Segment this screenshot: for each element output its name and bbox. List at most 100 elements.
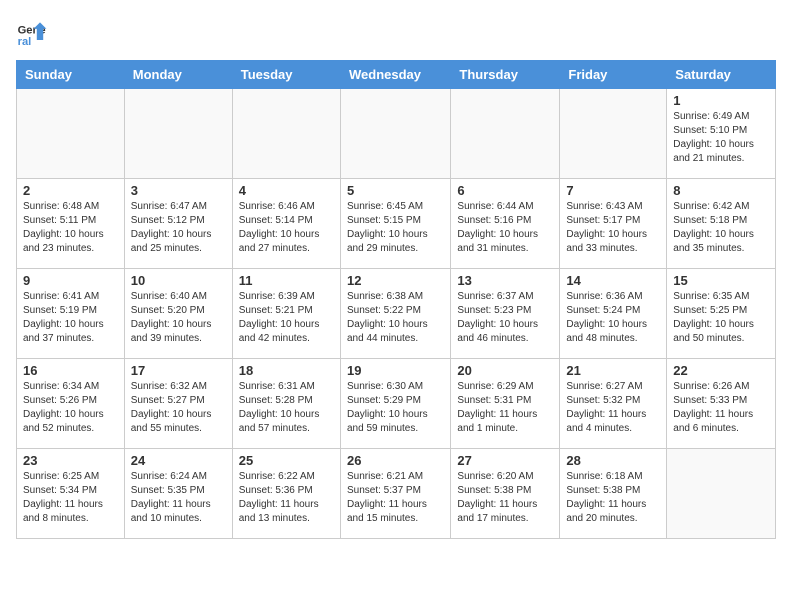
- day-info: Sunrise: 6:38 AM Sunset: 5:22 PM Dayligh…: [347, 290, 444, 346]
- day-number: 16: [23, 363, 118, 378]
- day-number: 19: [347, 363, 444, 378]
- day-number: 15: [673, 273, 769, 288]
- day-info: Sunrise: 6:25 AM Sunset: 5:34 PM Dayligh…: [23, 470, 118, 526]
- weekday-header-monday: Monday: [124, 61, 232, 89]
- calendar-cell: 15 Sunrise: 6:35 AM Sunset: 5:25 PM Dayli…: [667, 269, 776, 359]
- day-number: 21: [566, 363, 660, 378]
- logo-icon: Gene ral: [16, 16, 48, 48]
- day-info: Sunrise: 6:43 AM Sunset: 5:17 PM Dayligh…: [566, 200, 660, 256]
- day-number: 3: [131, 183, 226, 198]
- logo: Gene ral: [16, 16, 52, 48]
- calendar-cell: [451, 89, 560, 179]
- day-number: 7: [566, 183, 660, 198]
- day-number: 20: [457, 363, 553, 378]
- day-number: 24: [131, 453, 226, 468]
- weekday-header-sunday: Sunday: [17, 61, 125, 89]
- day-info: Sunrise: 6:35 AM Sunset: 5:25 PM Dayligh…: [673, 290, 769, 346]
- calendar-cell: 12 Sunrise: 6:38 AM Sunset: 5:22 PM Dayli…: [340, 269, 450, 359]
- day-number: 12: [347, 273, 444, 288]
- calendar-cell: 2 Sunrise: 6:48 AM Sunset: 5:11 PM Daylig…: [17, 179, 125, 269]
- calendar-cell: 3Sunrise: 6:47 AM Sunset: 5:12 PM Daylig…: [124, 179, 232, 269]
- day-info: Sunrise: 6:34 AM Sunset: 5:26 PM Dayligh…: [23, 380, 118, 436]
- day-info: Sunrise: 6:26 AM Sunset: 5:33 PM Dayligh…: [673, 380, 769, 436]
- day-number: 17: [131, 363, 226, 378]
- day-number: 14: [566, 273, 660, 288]
- calendar-cell: 4 Sunrise: 6:46 AM Sunset: 5:14 PM Daylig…: [232, 179, 340, 269]
- day-number: 13: [457, 273, 553, 288]
- calendar-header-row: SundayMondayTuesdayWednesdayThursdayFrid…: [17, 61, 776, 89]
- day-number: 26: [347, 453, 444, 468]
- calendar-cell: [232, 89, 340, 179]
- calendar-cell: [560, 89, 667, 179]
- day-number: 22: [673, 363, 769, 378]
- weekday-header-wednesday: Wednesday: [340, 61, 450, 89]
- day-number: 28: [566, 453, 660, 468]
- day-number: 8: [673, 183, 769, 198]
- day-info: Sunrise: 6:29 AM Sunset: 5:31 PM Dayligh…: [457, 380, 553, 436]
- day-info: Sunrise: 6:49 AM Sunset: 5:10 PM Dayligh…: [673, 110, 769, 166]
- calendar-cell: [340, 89, 450, 179]
- day-info: Sunrise: 6:46 AM Sunset: 5:14 PM Dayligh…: [239, 200, 334, 256]
- calendar-cell: 7 Sunrise: 6:43 AM Sunset: 5:17 PM Daylig…: [560, 179, 667, 269]
- calendar-cell: [124, 89, 232, 179]
- calendar-cell: 10 Sunrise: 6:40 AM Sunset: 5:20 PM Dayli…: [124, 269, 232, 359]
- weekday-header-tuesday: Tuesday: [232, 61, 340, 89]
- calendar-cell: 11Sunrise: 6:39 AM Sunset: 5:21 PM Dayli…: [232, 269, 340, 359]
- calendar-cell: 24 Sunrise: 6:24 AM Sunset: 5:35 PM Dayli…: [124, 449, 232, 539]
- day-info: Sunrise: 6:27 AM Sunset: 5:32 PM Dayligh…: [566, 380, 660, 436]
- calendar-week-row: 16 Sunrise: 6:34 AM Sunset: 5:26 PM Dayli…: [17, 359, 776, 449]
- day-info: Sunrise: 6:45 AM Sunset: 5:15 PM Dayligh…: [347, 200, 444, 256]
- calendar-cell: 18 Sunrise: 6:31 AM Sunset: 5:28 PM Dayli…: [232, 359, 340, 449]
- day-number: 27: [457, 453, 553, 468]
- day-number: 11: [239, 273, 334, 288]
- day-number: 18: [239, 363, 334, 378]
- day-info: Sunrise: 6:41 AM Sunset: 5:19 PM Dayligh…: [23, 290, 118, 346]
- calendar-table: SundayMondayTuesdayWednesdayThursdayFrid…: [16, 60, 776, 539]
- calendar-week-row: 1 Sunrise: 6:49 AM Sunset: 5:10 PM Daylig…: [17, 89, 776, 179]
- calendar-cell: 21 Sunrise: 6:27 AM Sunset: 5:32 PM Dayli…: [560, 359, 667, 449]
- day-number: 2: [23, 183, 118, 198]
- calendar-cell: 19 Sunrise: 6:30 AM Sunset: 5:29 PM Dayli…: [340, 359, 450, 449]
- calendar-cell: 8 Sunrise: 6:42 AM Sunset: 5:18 PM Daylig…: [667, 179, 776, 269]
- day-info: Sunrise: 6:42 AM Sunset: 5:18 PM Dayligh…: [673, 200, 769, 256]
- day-number: 1: [673, 93, 769, 108]
- calendar-cell: 23 Sunrise: 6:25 AM Sunset: 5:34 PM Dayli…: [17, 449, 125, 539]
- calendar-cell: [667, 449, 776, 539]
- calendar-cell: 1 Sunrise: 6:49 AM Sunset: 5:10 PM Daylig…: [667, 89, 776, 179]
- day-info: Sunrise: 6:20 AM Sunset: 5:38 PM Dayligh…: [457, 470, 553, 526]
- calendar-week-row: 2 Sunrise: 6:48 AM Sunset: 5:11 PM Daylig…: [17, 179, 776, 269]
- calendar-week-row: 9 Sunrise: 6:41 AM Sunset: 5:19 PM Daylig…: [17, 269, 776, 359]
- calendar-cell: 9 Sunrise: 6:41 AM Sunset: 5:19 PM Daylig…: [17, 269, 125, 359]
- day-number: 4: [239, 183, 334, 198]
- calendar-cell: 13Sunrise: 6:37 AM Sunset: 5:23 PM Dayli…: [451, 269, 560, 359]
- calendar-cell: 26 Sunrise: 6:21 AM Sunset: 5:37 PM Dayli…: [340, 449, 450, 539]
- day-info: Sunrise: 6:48 AM Sunset: 5:11 PM Dayligh…: [23, 200, 118, 256]
- calendar-cell: 6 Sunrise: 6:44 AM Sunset: 5:16 PM Daylig…: [451, 179, 560, 269]
- day-info: Sunrise: 6:31 AM Sunset: 5:28 PM Dayligh…: [239, 380, 334, 436]
- calendar-cell: 28 Sunrise: 6:18 AM Sunset: 5:38 PM Dayli…: [560, 449, 667, 539]
- weekday-header-thursday: Thursday: [451, 61, 560, 89]
- day-info: Sunrise: 6:18 AM Sunset: 5:38 PM Dayligh…: [566, 470, 660, 526]
- calendar-cell: 25Sunrise: 6:22 AM Sunset: 5:36 PM Dayli…: [232, 449, 340, 539]
- day-number: 10: [131, 273, 226, 288]
- calendar-week-row: 23 Sunrise: 6:25 AM Sunset: 5:34 PM Dayli…: [17, 449, 776, 539]
- svg-text:ral: ral: [18, 36, 32, 48]
- page-header: Gene ral: [16, 16, 776, 48]
- calendar-cell: 14 Sunrise: 6:36 AM Sunset: 5:24 PM Dayli…: [560, 269, 667, 359]
- day-number: 23: [23, 453, 118, 468]
- day-info: Sunrise: 6:21 AM Sunset: 5:37 PM Dayligh…: [347, 470, 444, 526]
- day-info: Sunrise: 6:32 AM Sunset: 5:27 PM Dayligh…: [131, 380, 226, 436]
- day-info: Sunrise: 6:22 AM Sunset: 5:36 PM Dayligh…: [239, 470, 334, 526]
- day-info: Sunrise: 6:30 AM Sunset: 5:29 PM Dayligh…: [347, 380, 444, 436]
- day-number: 9: [23, 273, 118, 288]
- calendar-cell: 17 Sunrise: 6:32 AM Sunset: 5:27 PM Dayli…: [124, 359, 232, 449]
- day-number: 6: [457, 183, 553, 198]
- day-info: Sunrise: 6:24 AM Sunset: 5:35 PM Dayligh…: [131, 470, 226, 526]
- weekday-header-saturday: Saturday: [667, 61, 776, 89]
- calendar-cell: 22 Sunrise: 6:26 AM Sunset: 5:33 PM Dayli…: [667, 359, 776, 449]
- day-info: Sunrise: 6:40 AM Sunset: 5:20 PM Dayligh…: [131, 290, 226, 346]
- calendar-cell: 20 Sunrise: 6:29 AM Sunset: 5:31 PM Dayli…: [451, 359, 560, 449]
- day-info: Sunrise: 6:44 AM Sunset: 5:16 PM Dayligh…: [457, 200, 553, 256]
- day-info: Sunrise: 6:36 AM Sunset: 5:24 PM Dayligh…: [566, 290, 660, 346]
- calendar-cell: 5Sunrise: 6:45 AM Sunset: 5:15 PM Daylig…: [340, 179, 450, 269]
